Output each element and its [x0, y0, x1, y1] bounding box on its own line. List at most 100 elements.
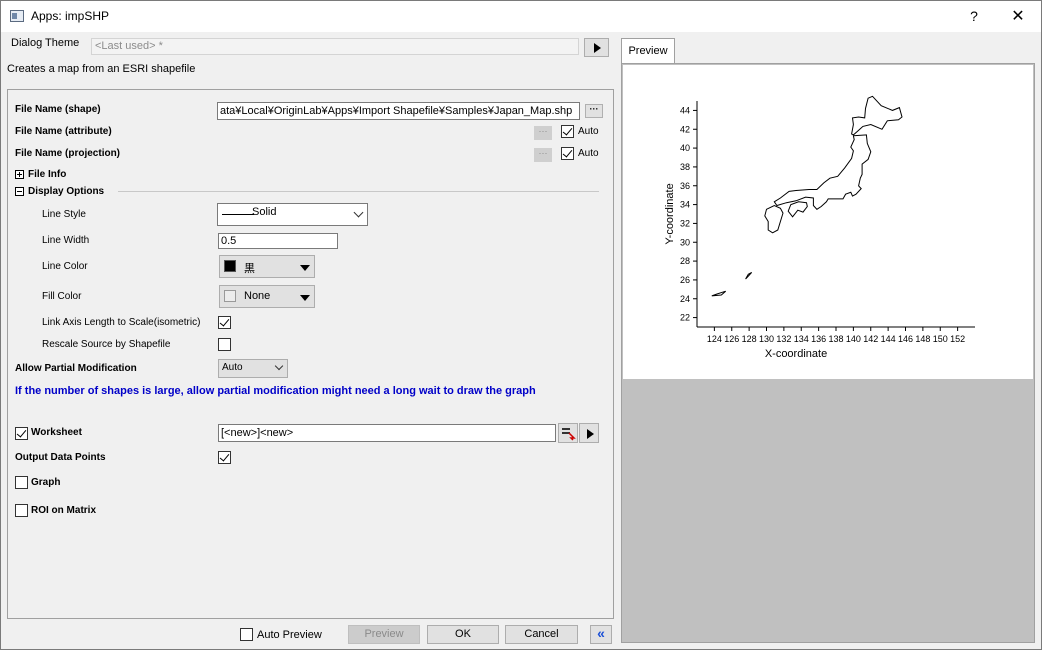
partial-modification-label: Allow Partial Modification [15, 363, 137, 374]
y-tick-label: 34 [680, 200, 690, 210]
y-tick-label: 44 [680, 105, 690, 115]
y-tick-label: 42 [680, 124, 690, 134]
y-tick-label: 22 [680, 313, 690, 323]
roi-checkbox[interactable] [15, 504, 28, 517]
dialog-theme-input[interactable]: <Last used> * [91, 38, 579, 55]
x-tick-label: 138 [828, 334, 843, 344]
line-width-input[interactable]: 0.5 [218, 233, 338, 249]
help-button[interactable]: ? [951, 1, 997, 32]
display-options-divider [118, 191, 599, 192]
x-tick-label: 124 [707, 334, 722, 344]
x-axis-title: X-coordinate [765, 348, 827, 360]
line-style-label: Line Style [42, 209, 86, 220]
worksheet-checkbox[interactable] [15, 427, 28, 440]
y-tick-label: 24 [680, 294, 690, 304]
worksheet-label: Worksheet [31, 427, 82, 438]
chevron-down-icon [353, 207, 364, 218]
worksheet-input[interactable]: [<new>]<new> [218, 424, 556, 442]
link-axis-checkbox[interactable] [218, 316, 231, 329]
worksheet-menu-button[interactable] [579, 423, 599, 443]
graph-label: Graph [31, 477, 61, 488]
auto-preview-checkbox[interactable] [240, 628, 253, 641]
dropdown-arrow-icon [300, 265, 310, 271]
file-name-shape-input[interactable]: ata¥Local¥OriginLab¥Apps¥Import Shapefil… [217, 102, 580, 120]
file-name-attribute-label: File Name (attribute) [15, 126, 112, 137]
file-name-projection-label: File Name (projection) [15, 148, 121, 159]
line-color-select[interactable]: 黒 [219, 255, 315, 278]
x-tick-label: 132 [776, 334, 791, 344]
x-tick-label: 140 [846, 334, 861, 344]
x-tick-label: 148 [915, 334, 930, 344]
file-info-expand-icon[interactable] [15, 170, 24, 179]
y-tick-label: 36 [680, 181, 690, 191]
map-shape [711, 290, 727, 297]
y-tick-label: 38 [680, 162, 690, 172]
close-button[interactable]: ✕ [995, 1, 1041, 32]
output-data-points-checkbox[interactable] [218, 451, 231, 464]
play-icon [594, 43, 601, 53]
map-chart: 124 126 128 130 132 134 136 138 140 142 144 146 148 1… [664, 95, 975, 360]
settings-panel [7, 89, 614, 619]
preview-button[interactable]: Preview [348, 625, 420, 644]
output-data-points-label: Output Data Points [15, 452, 106, 463]
x-tick-label: 152 [950, 334, 965, 344]
play-icon [587, 429, 594, 439]
y-tick-label: 32 [680, 218, 690, 228]
file-name-shape-label: File Name (shape) [15, 104, 101, 115]
line-color-value: 黒 [244, 263, 255, 275]
graph-checkbox[interactable] [15, 476, 28, 489]
title-bar: Apps: impSHP ? ✕ [1, 1, 1041, 32]
browse-shape-button[interactable]: ··· [585, 104, 603, 118]
x-tick-label: 142 [863, 334, 878, 344]
line-style-select[interactable]: Solid [217, 203, 368, 226]
partial-modification-value: Auto [222, 362, 243, 373]
auto-preview-label: Auto Preview [257, 629, 322, 641]
tab-preview[interactable]: Preview [621, 38, 675, 63]
rescale-label: Rescale Source by Shapefile [42, 339, 171, 350]
y-tick-label: 26 [680, 275, 690, 285]
display-options-collapse-icon[interactable] [15, 187, 24, 196]
chevron-down-icon [274, 361, 284, 371]
dialog-theme-label: Dialog Theme [11, 37, 80, 49]
projection-auto-checkbox[interactable] [561, 147, 574, 160]
y-axis-title: Y-coordinate [664, 183, 676, 244]
worksheet-select-icon [562, 428, 576, 441]
browse-attribute-button[interactable]: ··· [534, 126, 552, 140]
dropdown-arrow-icon [300, 295, 310, 301]
browse-projection-button[interactable]: ··· [534, 148, 552, 162]
partial-modification-warning: If the number of shapes is large, allow … [15, 385, 536, 397]
roi-label: ROI on Matrix [31, 505, 97, 516]
cancel-button[interactable]: Cancel [505, 625, 578, 644]
x-tick-label: 136 [811, 334, 826, 344]
file-info-label: File Info [28, 169, 67, 180]
fill-color-select[interactable]: None [219, 285, 315, 308]
map-shape [787, 201, 808, 218]
fill-color-value: None [244, 290, 271, 302]
worksheet-select-button[interactable] [558, 423, 578, 443]
map-shape [851, 95, 903, 136]
theme-menu-button[interactable] [584, 38, 609, 57]
preview-graph-page: 124 126 128 130 132 134 136 138 140 142 144 146 148 1… [623, 65, 1033, 379]
y-tick-label: 30 [680, 237, 690, 247]
dialog-description: Creates a map from an ESRI shapefile [7, 63, 196, 75]
partial-modification-select[interactable]: Auto [218, 359, 288, 378]
fill-color-label: Fill Color [42, 291, 82, 302]
rescale-checkbox[interactable] [218, 338, 231, 351]
line-color-label: Line Color [42, 261, 88, 272]
x-tick-label: 128 [742, 334, 757, 344]
x-tick-label: 130 [759, 334, 774, 344]
attribute-auto-checkbox[interactable] [561, 125, 574, 138]
attribute-auto-label: Auto [578, 126, 599, 137]
collapse-preview-button[interactable]: « [590, 625, 612, 644]
map-shape [773, 134, 872, 210]
ok-button[interactable]: OK [427, 625, 499, 644]
dialog-window: Apps: impSHP ? ✕ Dialog Theme <Last used… [0, 0, 1042, 650]
x-tick-label: 126 [724, 334, 739, 344]
line-style-preview [222, 214, 254, 215]
map-shape [745, 271, 753, 280]
projection-auto-label: Auto [578, 148, 599, 159]
y-tick-label: 40 [680, 143, 690, 153]
line-width-label: Line Width [42, 235, 90, 246]
x-tick-label: 146 [898, 334, 913, 344]
display-options-label: Display Options [28, 186, 105, 197]
